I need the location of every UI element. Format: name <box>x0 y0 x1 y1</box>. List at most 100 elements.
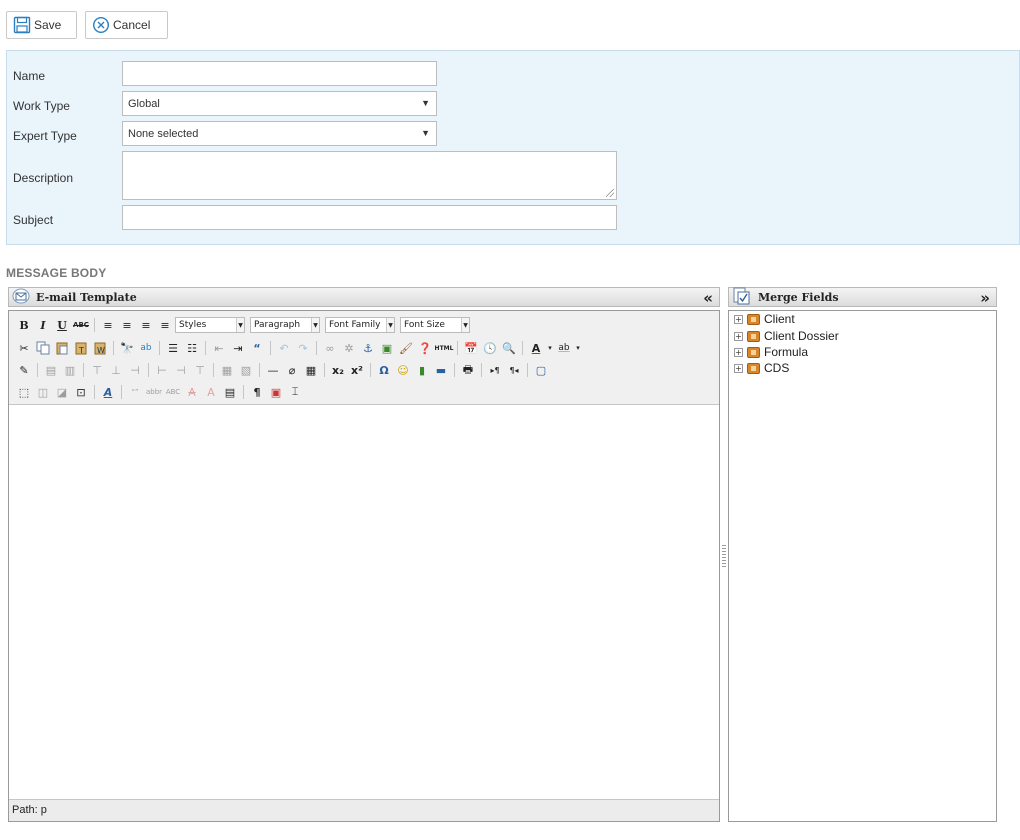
move-backward-icon[interactable]: ◪ <box>53 383 71 401</box>
special-char-icon[interactable]: Ω <box>375 361 393 379</box>
work-type-select[interactable]: Global ▼ <box>122 91 437 116</box>
visual-aid-icon[interactable]: ▦ <box>302 361 320 379</box>
table-cell-props-icon[interactable]: ▥ <box>61 361 79 379</box>
delete-row-icon[interactable]: ⊣ <box>126 361 144 379</box>
expand-plus-icon[interactable]: + <box>734 331 743 341</box>
outdent-icon[interactable]: ⇤ <box>210 339 228 357</box>
panel-splitter-handle[interactable] <box>722 545 726 567</box>
visual-chars-icon[interactable]: ▣ <box>267 383 285 401</box>
insert-layer-icon[interactable]: ⬚ <box>15 383 33 401</box>
highlight-color-dropdown-icon[interactable]: ▾ <box>574 339 582 357</box>
font-color-icon[interactable]: A <box>527 339 545 357</box>
insert-time-icon[interactable]: 🕓 <box>481 339 499 357</box>
move-forward-icon[interactable]: ◫ <box>34 383 52 401</box>
help-icon[interactable]: ❓ <box>416 339 434 357</box>
highlight-color-icon[interactable]: ab <box>555 339 573 357</box>
paste-icon[interactable] <box>53 339 71 357</box>
align-justify-icon[interactable]: ≡ <box>156 316 174 334</box>
strikethrough-icon[interactable]: ABC <box>72 316 90 334</box>
font-color-dropdown-icon[interactable]: ▾ <box>546 339 554 357</box>
name-input[interactable] <box>122 61 437 86</box>
merge-cells-icon[interactable]: ▧ <box>237 361 255 379</box>
insert-date-icon[interactable]: 📅 <box>462 339 480 357</box>
horizontal-rule-icon[interactable]: — <box>264 361 282 379</box>
tree-node-cds[interactable]: + CDS <box>734 360 789 376</box>
insert-col-after-icon[interactable]: ⊣ <box>172 361 190 379</box>
save-button[interactable]: Save <box>6 11 77 39</box>
resize-grip-icon[interactable] <box>606 189 614 197</box>
font-size-select[interactable]: Font Size ▼ <box>400 317 470 333</box>
replace-icon[interactable]: ab <box>137 339 155 357</box>
nonbreaking-icon[interactable]: ⌶ <box>286 383 304 401</box>
numbered-list-icon[interactable]: ☷ <box>183 339 201 357</box>
emoticon-icon[interactable]: ☺ <box>394 361 412 379</box>
undo-icon[interactable]: ↶ <box>275 339 293 357</box>
editor-content-area[interactable] <box>9 406 719 798</box>
superscript-icon[interactable]: x² <box>348 361 366 379</box>
rtl-icon[interactable]: ¶◂ <box>505 361 523 379</box>
anchor-icon[interactable]: ⚓ <box>359 339 377 357</box>
underline-icon[interactable]: U <box>53 316 71 334</box>
cite-icon[interactable]: “” <box>126 383 144 401</box>
expert-type-select[interactable]: None selected ▼ <box>122 121 437 146</box>
remove-format-icon[interactable]: ⌀ <box>283 361 301 379</box>
unlink-icon[interactable]: ✲ <box>340 339 358 357</box>
tree-node-client[interactable]: + Client <box>734 311 795 327</box>
align-right-icon[interactable]: ≡ <box>137 316 155 334</box>
html-source-icon[interactable]: HTML <box>435 339 454 357</box>
tree-node-formula[interactable]: + Formula <box>734 344 808 360</box>
cancel-button[interactable]: Cancel <box>85 11 168 39</box>
expand-plus-icon[interactable]: + <box>734 347 743 357</box>
description-textarea[interactable] <box>122 151 617 200</box>
align-center-icon[interactable]: ≡ <box>118 316 136 334</box>
collapse-right-icon[interactable]: » <box>980 289 990 307</box>
insert-col-before-icon[interactable]: ⊢ <box>153 361 171 379</box>
align-left-icon[interactable]: ≡ <box>99 316 117 334</box>
bold-icon[interactable]: B <box>15 316 33 334</box>
attributes-icon[interactable]: ▤ <box>221 383 239 401</box>
acronym-icon[interactable]: ABC <box>164 383 182 401</box>
delete-col-icon[interactable]: ⊤ <box>191 361 209 379</box>
blockquote-icon[interactable]: “ <box>248 339 266 357</box>
cleanup-icon[interactable]: 🖌 <box>397 339 415 357</box>
preview-icon[interactable]: 🔍 <box>500 339 518 357</box>
tree-node-client-dossier[interactable]: + Client Dossier <box>734 328 839 344</box>
split-cells-icon[interactable]: ▦ <box>218 361 236 379</box>
find-icon[interactable]: 🔭 <box>118 339 136 357</box>
delete-text-icon[interactable]: A <box>183 383 201 401</box>
abbr-icon[interactable]: abbr <box>145 383 163 401</box>
image-icon[interactable]: ▣ <box>378 339 396 357</box>
edit-icon[interactable]: ✎ <box>15 361 33 379</box>
format-select[interactable]: Paragraph ▼ <box>250 317 320 333</box>
subject-input[interactable] <box>122 205 617 230</box>
styles-select[interactable]: Styles ▼ <box>175 317 245 333</box>
link-icon[interactable]: ∞ <box>321 339 339 357</box>
absolute-position-icon[interactable]: ⊡ <box>72 383 90 401</box>
style-props-icon[interactable]: A <box>99 383 117 401</box>
fullscreen-icon[interactable]: ▢ <box>532 361 550 379</box>
expand-plus-icon[interactable]: + <box>734 363 743 373</box>
italic-icon[interactable]: I <box>34 316 52 334</box>
insert-text-icon[interactable]: A <box>202 383 220 401</box>
copy-icon[interactable] <box>34 339 52 357</box>
show-blocks-icon[interactable]: ¶ <box>248 383 266 401</box>
print-icon[interactable]: 🖶 <box>459 361 477 379</box>
table-row-props-icon[interactable]: ▤ <box>42 361 60 379</box>
font-family-select[interactable]: Font Family ▼ <box>325 317 395 333</box>
dropdown-arrow-icon: ▼ <box>421 128 430 138</box>
bullet-list-icon[interactable]: ☰ <box>164 339 182 357</box>
media-icon[interactable]: ▮ <box>413 361 431 379</box>
insert-row-before-icon[interactable]: ⊤ <box>88 361 106 379</box>
expand-plus-icon[interactable]: + <box>734 314 743 324</box>
paste-word-icon[interactable]: W <box>91 339 109 357</box>
line-icon[interactable]: ▬ <box>432 361 450 379</box>
indent-icon[interactable]: ⇥ <box>229 339 247 357</box>
collapse-left-icon[interactable]: « <box>703 289 713 307</box>
paste-text-icon[interactable]: T <box>72 339 90 357</box>
insert-row-after-icon[interactable]: ⊥ <box>107 361 125 379</box>
redo-icon[interactable]: ↷ <box>294 339 312 357</box>
cut-icon[interactable]: ✂ <box>15 339 33 357</box>
subscript-icon[interactable]: x₂ <box>329 361 347 379</box>
ltr-icon[interactable]: ▸¶ <box>486 361 504 379</box>
editor-path-bar: Path: p <box>9 799 719 821</box>
